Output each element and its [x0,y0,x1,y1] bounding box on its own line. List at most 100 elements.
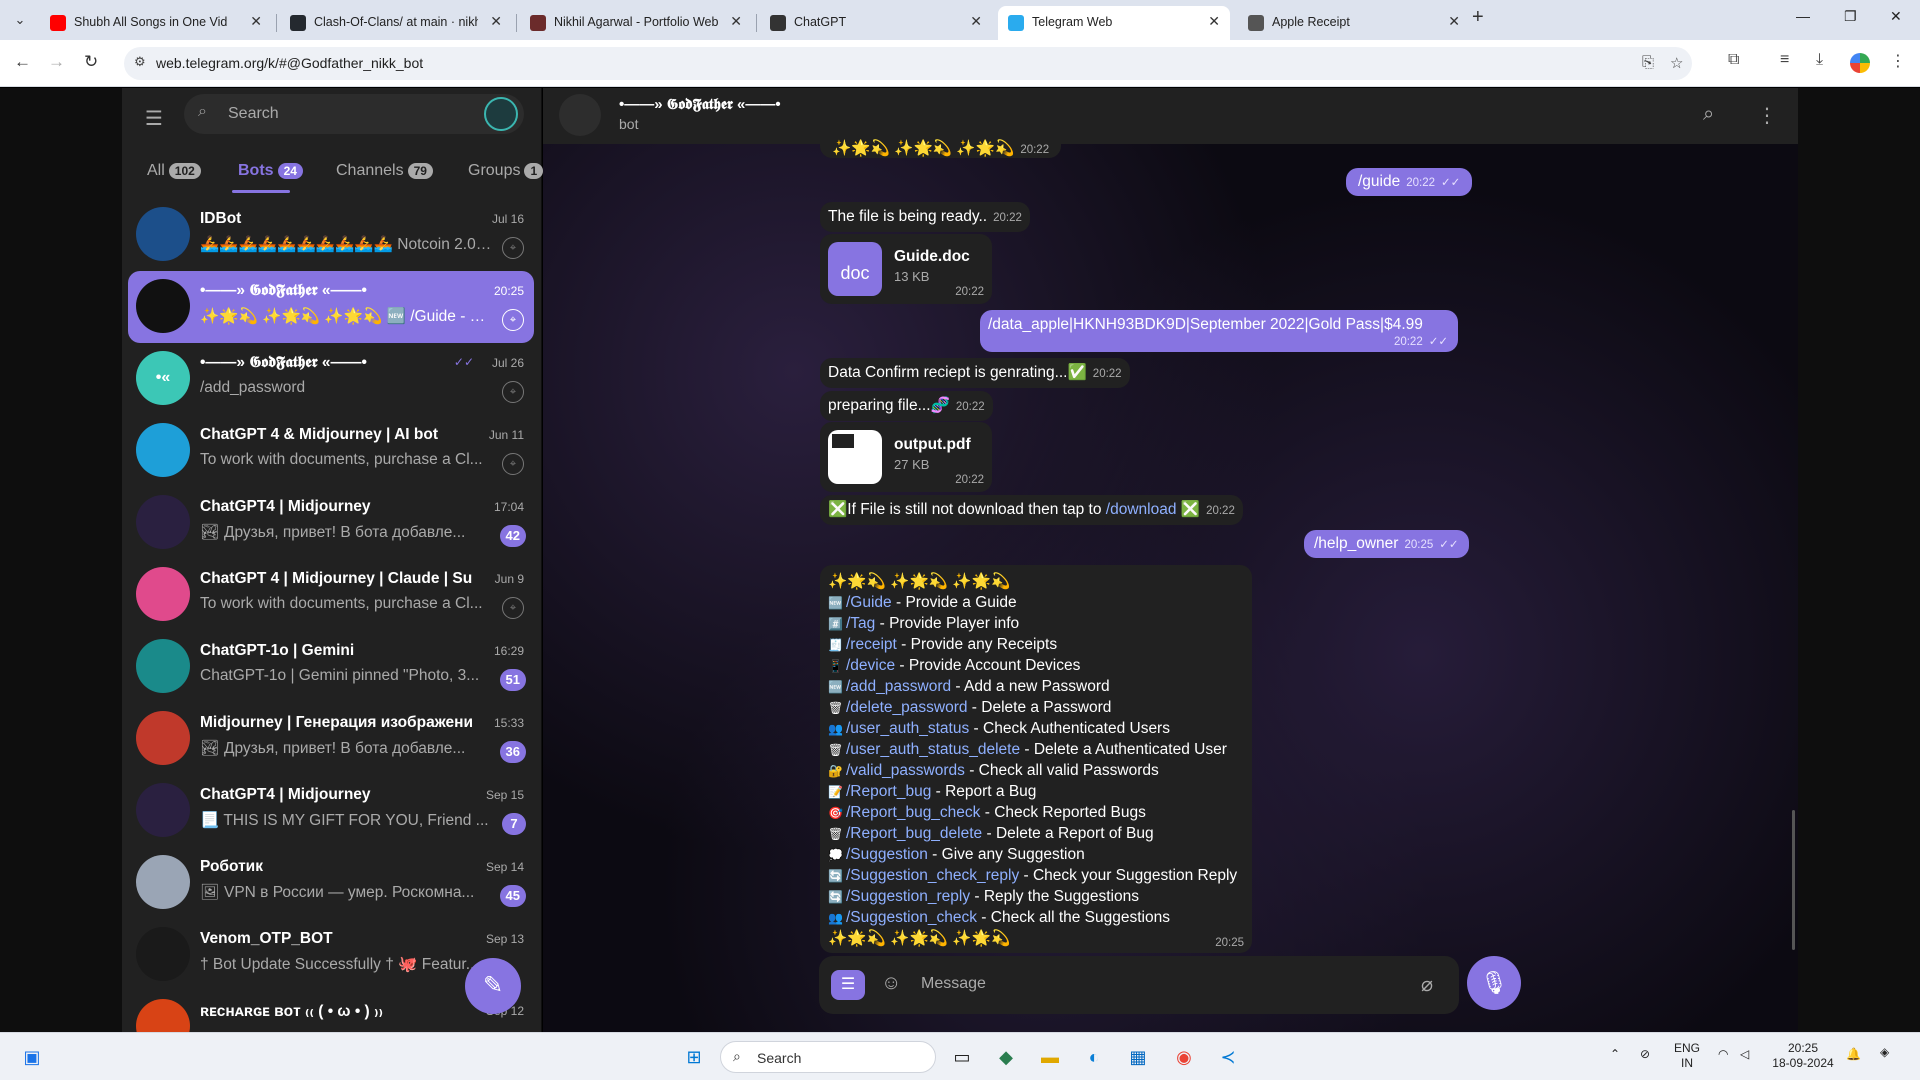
command-link[interactable]: /device [846,657,895,674]
command-link[interactable]: /valid_passwords [846,762,965,779]
chrome-icon[interactable]: ◉ [1170,1043,1198,1071]
command-link[interactable]: /user_auth_status [846,720,969,737]
site-info-icon[interactable]: ⚙ [134,54,146,70]
document-message[interactable]: doc Guide.doc 13 KB 20:22 [820,234,992,304]
browser-tab[interactable]: Shubh All Songs in One Vid ✕ [40,6,272,40]
chat-list-item[interactable]: ChatGPT 4 & Midjourney | AI bot Jun 11 To … [128,415,534,487]
new-message-button[interactable]: ✎ [465,958,521,1014]
file-explorer-icon[interactable]: ▬ [1036,1043,1064,1071]
command-link[interactable]: /Report_bug_delete [846,825,982,842]
bookmark-star-icon[interactable]: ☆ [1670,54,1683,72]
download-command-link[interactable]: /download [1106,501,1177,518]
tab-close-icon[interactable]: ✕ [250,13,262,30]
conversation-header[interactable]: •——» 𝕲𝖔𝖉𝕱𝖆𝖙𝖍𝖊𝖗 «——• bot ⌕ ⋮ [543,88,1798,144]
browser-tab[interactable]: Apple Receipt ✕ [1238,6,1470,40]
chat-list-item[interactable]: IDBot Jul 16 🚣🚣🚣🚣🚣🚣🚣🚣🚣🚣 Notcoin 2.0 – ... ⌖ [128,199,534,271]
volume-icon[interactable]: ◁ [1740,1047,1749,1062]
chat-list-item[interactable]: •——» 𝕲𝖔𝖉𝕱𝖆𝖙𝖍𝖊𝖗 «——• 20:25 ✨🌟💫 ✨🌟💫 ✨🌟💫 🆕 /G… [128,271,534,343]
command-link[interactable]: /Report_bug_check [846,804,980,821]
search-icon[interactable]: ⌕ [1703,103,1714,126]
emoji-icon[interactable]: ☺ [881,972,901,995]
restore-icon[interactable]: ❐ [1844,8,1857,25]
chat-list-item[interactable]: ChatGPT-1o | Gemini 16:29 ChatGPT-1o | Gem… [128,631,534,703]
minimize-icon[interactable]: — [1796,8,1810,24]
tab-close-icon[interactable]: ✕ [970,13,982,30]
chat-list-item[interactable]: ChatGPT 4 | Midjourney | Claude | Suno Ju… [128,559,534,631]
tray-overflow-icon[interactable]: ⌃ [1610,1047,1620,1062]
bot-avatar[interactable] [559,94,601,136]
incoming-message[interactable]: preparing file...🧬 20:22 [820,391,993,421]
incoming-message[interactable]: The file is being ready.. 20:22 [820,202,1030,232]
command-link[interactable]: /receipt [846,636,897,653]
chat-scrollbar[interactable] [1792,810,1795,950]
wifi-icon[interactable]: ◠ [1718,1047,1728,1062]
bot-commands-button[interactable]: ☰ [831,970,865,1000]
download-icon[interactable]: ⤓ [1816,51,1823,69]
chrome-menu-icon[interactable]: ⋮ [1890,51,1906,71]
message-composer[interactable]: ☰ ☺ Message ⌀ [819,956,1459,1014]
language-indicator[interactable]: ENG IN [1674,1041,1700,1071]
menu-icon[interactable]: ☰ [145,106,163,131]
command-link[interactable]: /user_auth_status_delete [846,741,1020,758]
chat-list-item[interactable]: Роботик Sep 14 🖼 VPN в России — умер. Роск… [128,847,534,919]
address-bar[interactable]: ⚙ web.telegram.org/k/#@Godfather_nikk_bo… [124,47,1692,80]
tab-search-icon[interactable]: ⌄ [8,8,32,32]
media-control-icon[interactable]: ≡ [1780,51,1789,69]
outgoing-message[interactable]: /guide 20:22 ✓✓ [1346,168,1473,196]
browser-tab[interactable]: Nikhil Agarwal - Portfolio Webs ✕ [520,6,752,40]
store-icon[interactable]: ▦ [1124,1043,1152,1071]
command-link[interactable]: /Suggestion_check_reply [846,867,1019,884]
chat-list-item[interactable]: •« •——» 𝕲𝖔𝖉𝕱𝖆𝖙𝖍𝖊𝖗 «——• Jul 26/add_password… [128,343,534,415]
command-link[interactable]: /Suggestion_reply [846,888,970,905]
command-link[interactable]: /Suggestion_check [846,909,977,926]
tab-bots[interactable]: Bots 24 [238,162,303,180]
pdf-thumbnail-icon[interactable] [828,430,882,484]
outgoing-message[interactable]: /data_apple|HKNH93BDK9D|September 2022|G… [980,310,1458,352]
command-link[interactable]: /Tag [846,615,875,632]
browser-tab[interactable]: Telegram Web ✕ [998,6,1230,40]
message-input[interactable]: Message [921,975,986,993]
story-avatar[interactable] [484,97,518,131]
doc-file-icon[interactable]: doc [828,242,882,296]
command-link[interactable]: /delete_password [846,699,968,716]
forward-icon[interactable]: → [48,52,65,72]
chat-list-item[interactable]: ChatGPT4 | Midjourney 17:04 🏞 Друзья, прив… [128,487,534,559]
taskbar-search[interactable]: ⌕ Search [720,1041,936,1073]
notification-icon[interactable]: 🔔 [1846,1047,1861,1062]
extensions-icon[interactable]: ⧉ [1728,51,1739,69]
network-status-icon[interactable]: ⊘ [1640,1047,1650,1062]
tab-all[interactable]: All 102 [147,162,201,180]
new-tab-button[interactable]: + [1472,6,1484,29]
tab-channels[interactable]: Channels 79 [336,162,433,180]
tab-close-icon[interactable]: ✕ [1208,13,1220,30]
document-message[interactable]: output.pdf 27 KB 20:22 [820,422,992,492]
start-icon[interactable]: ⊞ [680,1043,708,1071]
profile-avatar[interactable] [1850,53,1870,73]
command-link[interactable]: /Report_bug [846,783,931,800]
vscode-icon[interactable]: ≺ [1214,1043,1242,1071]
browser-tab[interactable]: ChatGPT ✕ [760,6,992,40]
edge-icon[interactable]: ◐ [1080,1043,1108,1071]
copilot-tray-icon[interactable]: ◈ [1880,1045,1889,1060]
tab-groups[interactable]: Groups 1 [468,162,544,180]
task-view-icon[interactable]: ▣ [18,1043,46,1071]
tab-close-icon[interactable]: ✕ [490,13,502,30]
command-link[interactable]: /Guide [846,594,892,611]
clock[interactable]: 20:25 18-09-2024 [1768,1041,1838,1071]
copilot-icon[interactable]: ◆ [992,1043,1020,1071]
incoming-message[interactable]: ❎If File is still not download then tap … [820,495,1243,525]
command-menu-message[interactable]: ✨🌟💫 ✨🌟💫 ✨🌟💫 🆕/Guide - Provide a Guide #️⃣… [820,565,1252,953]
search-input[interactable]: ⌕ Search [184,94,524,134]
install-app-icon[interactable]: ⎘ [1642,54,1654,71]
voice-record-button[interactable]: 🎙 [1467,956,1521,1010]
reload-icon[interactable]: ↻ [84,52,98,72]
browser-tab[interactable]: Clash-Of-Clans/ at main · nikhil ✕ [280,6,512,40]
close-window-icon[interactable]: ✕ [1890,8,1902,25]
tab-close-icon[interactable]: ✕ [1448,13,1460,30]
back-icon[interactable]: ← [14,52,31,72]
chat-list-item[interactable]: Midjourney | Генерация изображений 15:33 🏞… [128,703,534,775]
incoming-message[interactable]: Data Confirm reciept is genrating...✅ 20:… [820,358,1130,388]
more-icon[interactable]: ⋮ [1757,103,1777,128]
chat-list-item[interactable]: ChatGPT4 | Midjourney Sep 15 📃 THIS IS MY … [128,775,534,847]
command-link[interactable]: /Suggestion [846,846,928,863]
